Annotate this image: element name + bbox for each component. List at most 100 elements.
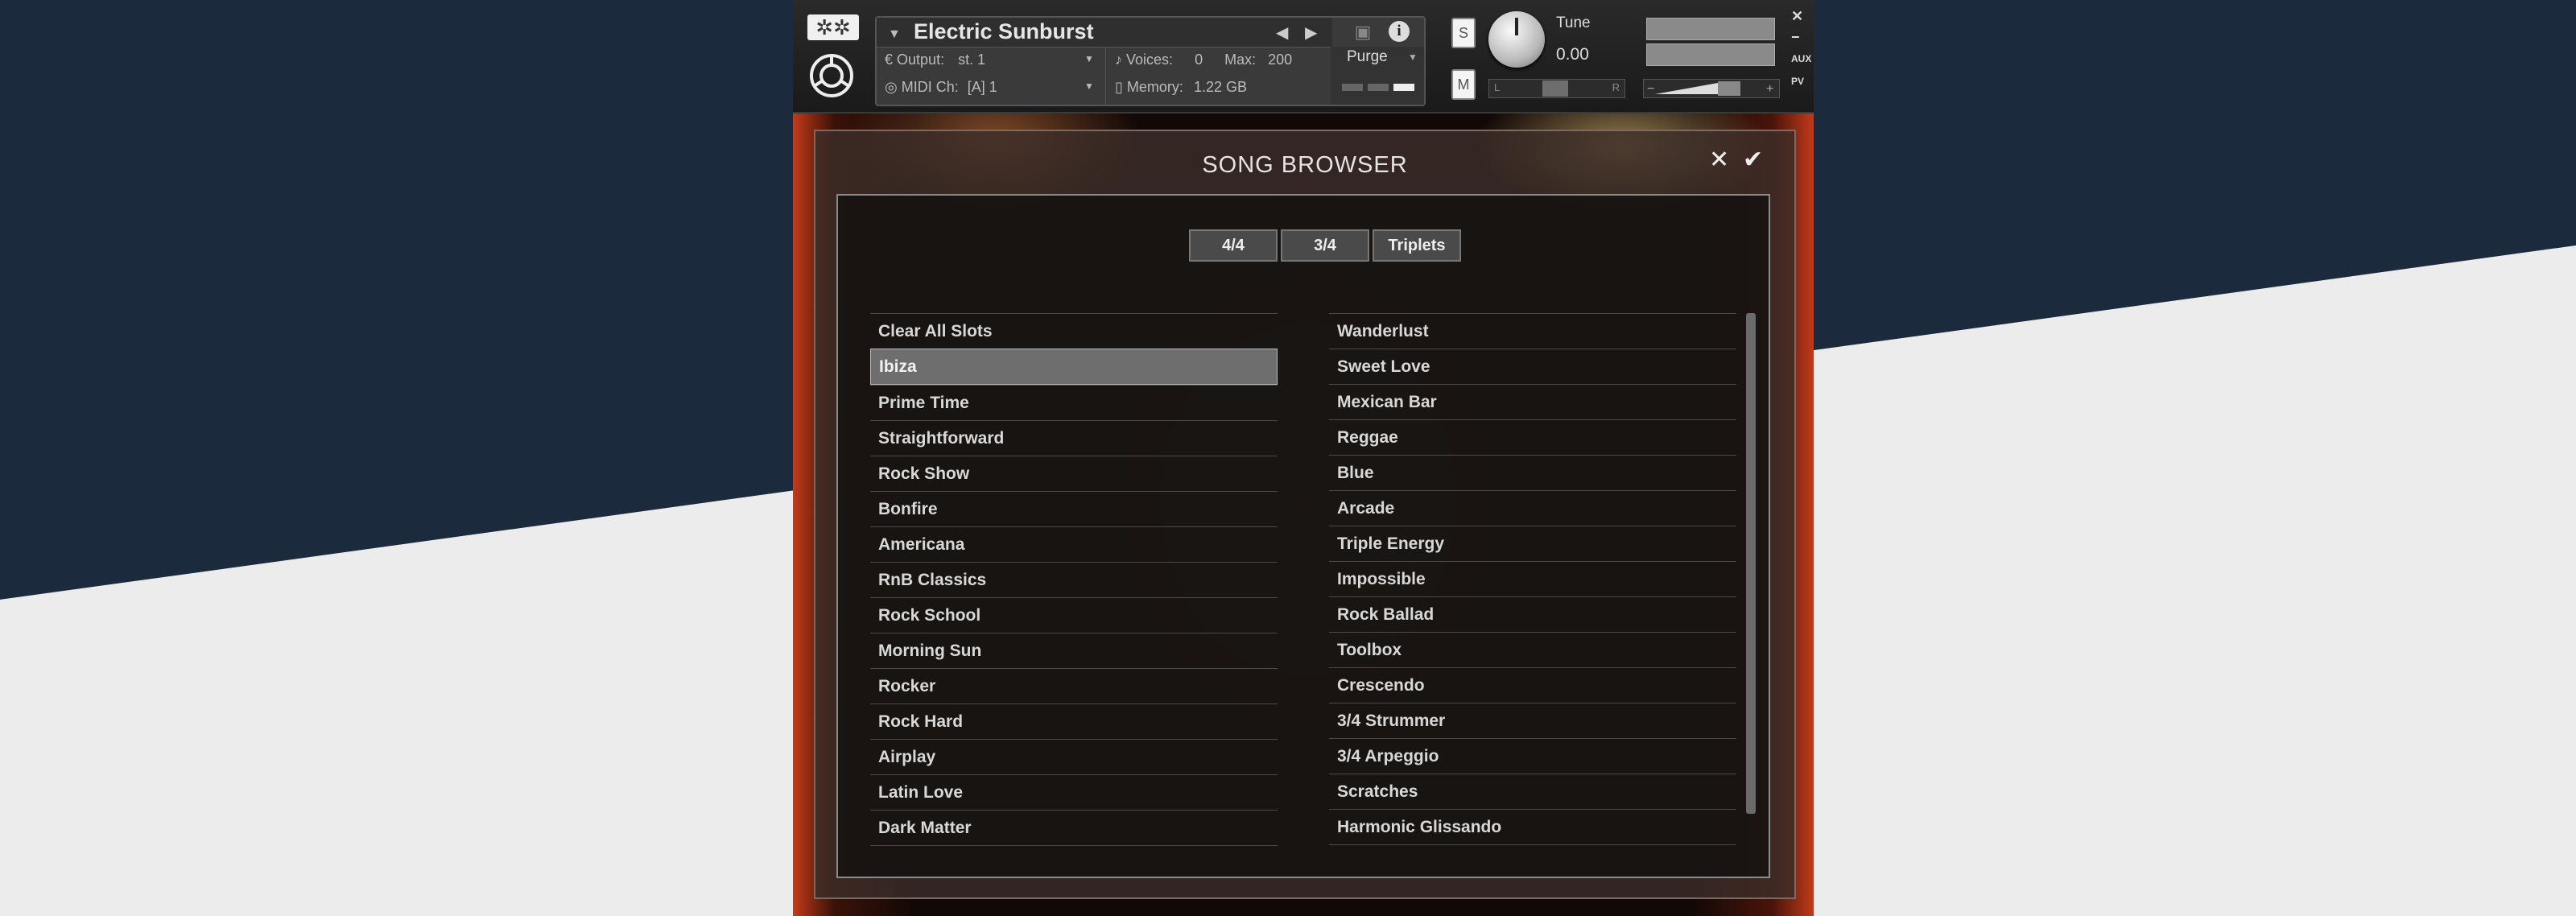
level-meter-left: [1646, 18, 1775, 40]
close-instrument-icon[interactable]: ✕: [1791, 8, 1803, 25]
song-item-rocker[interactable]: Rocker: [870, 668, 1278, 704]
info-icon[interactable]: i: [1389, 21, 1410, 42]
song-item-bonfire[interactable]: Bonfire: [870, 491, 1278, 526]
song-list-left: Clear All Slots Ibiza Prime Time Straigh…: [870, 313, 1278, 846]
pan-right-label: R: [1612, 81, 1620, 93]
volume-ramp: − +: [1647, 81, 1773, 96]
midi-value: [A] 1: [967, 79, 997, 95]
song-item-rnb-classics[interactable]: RnB Classics: [870, 562, 1278, 597]
memory-label: Memory:: [1126, 79, 1183, 95]
meter-tabs: 4/4 3/4 Triplets: [1189, 229, 1461, 262]
camera-icon[interactable]: ▣: [1345, 18, 1381, 47]
song-list-right: Wanderlust Sweet Love Mexican Bar Reggae…: [1329, 313, 1736, 845]
song-item-3-4-arpeggio[interactable]: 3/4 Arpeggio: [1329, 738, 1736, 774]
midi-row[interactable]: ◎ MIDI Ch: [A] 1: [885, 79, 997, 96]
song-item-ibiza[interactable]: Ibiza: [870, 349, 1278, 385]
song-item-scratches[interactable]: Scratches: [1329, 774, 1736, 809]
tab-triplets[interactable]: Triplets: [1373, 229, 1461, 262]
song-item-sweet-love[interactable]: Sweet Love: [1329, 349, 1736, 384]
next-arrow-icon[interactable]: ▶: [1305, 23, 1317, 43]
output-dropdown-icon[interactable]: ▼: [1084, 53, 1094, 64]
aux-button[interactable]: AUX: [1791, 53, 1811, 64]
close-icon[interactable]: ✕: [1709, 146, 1729, 174]
song-item-straightforward[interactable]: Straightforward: [870, 420, 1278, 456]
memory-row: ▯ Memory: 1.22 GB: [1115, 79, 1247, 96]
logo-icon: [810, 54, 853, 97]
song-item-dark-matter[interactable]: Dark Matter: [870, 810, 1278, 846]
purge-dropdown-icon: ▼: [1408, 52, 1418, 63]
song-item-toolbox[interactable]: Toolbox: [1329, 632, 1736, 667]
song-item-3-4-strummer[interactable]: 3/4 Strummer: [1329, 703, 1736, 738]
tab-4-4[interactable]: 4/4: [1189, 229, 1278, 262]
memory-icon: ▯: [1115, 79, 1123, 95]
purge-indicator: [1342, 84, 1363, 91]
voices-icon: ♪: [1115, 52, 1122, 68]
instrument-name[interactable]: Electric Sunburst: [914, 19, 1094, 44]
max-value[interactable]: 200: [1268, 52, 1292, 68]
song-item-harmonic-glissando[interactable]: Harmonic Glissando: [1329, 809, 1736, 845]
tune-knob[interactable]: [1488, 11, 1545, 68]
gear-icon[interactable]: ✲✲: [807, 14, 859, 40]
output-row[interactable]: € Output: st. 1: [885, 52, 985, 68]
scrollbar-thumb[interactable]: [1746, 313, 1756, 814]
song-item-morning-sun[interactable]: Morning Sun: [870, 633, 1278, 668]
song-item-reggae[interactable]: Reggae: [1329, 419, 1736, 455]
volume-slider[interactable]: − +: [1643, 79, 1780, 98]
song-item-rock-school[interactable]: Rock School: [870, 597, 1278, 633]
song-item-triple-energy[interactable]: Triple Energy: [1329, 526, 1736, 561]
tune-value: 0.00: [1556, 45, 1589, 64]
tune-label: Tune: [1556, 14, 1591, 31]
song-item-arcade[interactable]: Arcade: [1329, 490, 1736, 526]
instrument-title-bar: ▼ Electric Sunburst ◀ ▶: [877, 18, 1332, 47]
song-list-scrollbar[interactable]: [1746, 313, 1756, 814]
song-item-latin-love[interactable]: Latin Love: [870, 774, 1278, 810]
song-browser-dialog: SONG BROWSER ✕ ✔ 4/4 3/4 Triplets Clear …: [814, 130, 1796, 899]
dropdown-icon[interactable]: ▼: [888, 27, 901, 42]
check-icon[interactable]: ✔: [1743, 146, 1763, 174]
song-item-rock-show[interactable]: Rock Show: [870, 456, 1278, 491]
purge-indicator: [1368, 84, 1389, 91]
instrument-info-panel: ▼ Electric Sunburst ◀ ▶ ▣ i € Output: st…: [875, 16, 1426, 106]
max-label: Max:: [1224, 52, 1257, 68]
song-item-wanderlust[interactable]: Wanderlust: [1329, 313, 1736, 349]
song-item-blue[interactable]: Blue: [1329, 455, 1736, 490]
purge-indicator: [1393, 84, 1414, 91]
song-item-americana[interactable]: Americana: [870, 526, 1278, 562]
pv-button[interactable]: PV: [1791, 76, 1804, 87]
minimize-icon[interactable]: −: [1791, 29, 1800, 46]
instrument-header: ✲✲ ▼ Electric Sunburst ◀ ▶ ▣ i € Output:…: [793, 0, 1814, 113]
pan-handle[interactable]: [1542, 80, 1568, 97]
song-item-clear-all-slots[interactable]: Clear All Slots: [870, 313, 1278, 349]
output-value: st. 1: [958, 52, 986, 68]
song-item-rock-ballad[interactable]: Rock Ballad: [1329, 596, 1736, 632]
instrument-background: SONG BROWSER ✕ ✔ 4/4 3/4 Triplets Clear …: [793, 113, 1814, 916]
song-item-prime-time[interactable]: Prime Time: [870, 385, 1278, 420]
mute-button[interactable]: M: [1451, 69, 1476, 100]
song-item-rock-hard[interactable]: Rock Hard: [870, 704, 1278, 739]
solo-button[interactable]: S: [1451, 18, 1476, 48]
svg-text:+: +: [1766, 82, 1773, 96]
song-item-airplay[interactable]: Airplay: [870, 739, 1278, 774]
midi-dropdown-icon[interactable]: ▼: [1084, 80, 1094, 92]
kontakt-instrument-window: ✲✲ ▼ Electric Sunburst ◀ ▶ ▣ i € Output:…: [793, 0, 1814, 916]
purge-dropdown[interactable]: Purge ▼: [1331, 47, 1424, 105]
prev-arrow-icon[interactable]: ◀: [1276, 23, 1288, 43]
purge-indicators: [1342, 80, 1419, 95]
voices-value: 0: [1195, 52, 1203, 68]
voices-label: Voices:: [1126, 52, 1174, 68]
tab-3-4[interactable]: 3/4: [1281, 229, 1369, 262]
midi-label: MIDI Ch:: [901, 79, 959, 95]
pan-left-label: L: [1494, 81, 1501, 93]
song-item-mexican-bar[interactable]: Mexican Bar: [1329, 384, 1736, 419]
midi-icon: ◎: [885, 79, 898, 95]
memory-value: 1.22 GB: [1193, 79, 1247, 95]
song-browser-panel: 4/4 3/4 Triplets Clear All Slots Ibiza P…: [836, 194, 1770, 878]
voices-row: ♪ Voices: 0 Max: 200: [1115, 52, 1292, 68]
pan-slider[interactable]: L R: [1488, 79, 1625, 98]
divider: [1105, 47, 1106, 105]
level-meter-right: [1646, 43, 1775, 66]
dialog-title: SONG BROWSER: [1202, 152, 1408, 178]
song-item-crescendo[interactable]: Crescendo: [1329, 667, 1736, 703]
output-label: Output:: [897, 52, 945, 68]
song-item-impossible[interactable]: Impossible: [1329, 561, 1736, 596]
